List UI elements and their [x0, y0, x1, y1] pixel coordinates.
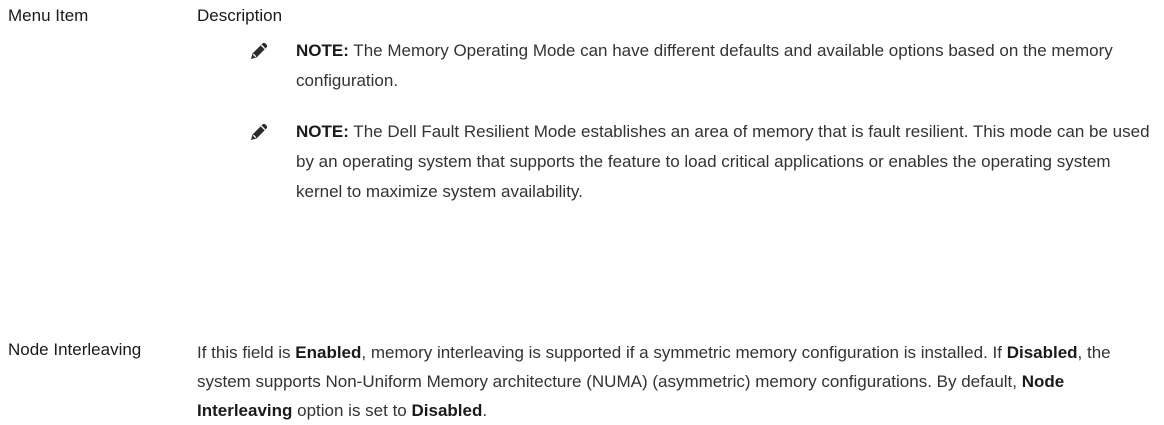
desc-text: , memory interleaving is supported if a …	[361, 343, 1007, 362]
desc-bold-disabled: Disabled	[1006, 343, 1078, 362]
desc-text: If this field is	[197, 343, 296, 362]
note-body: The Dell Fault Resilient Mode establishe…	[296, 122, 1150, 201]
desc-text: .	[482, 401, 488, 420]
desc-bold-disabled: Disabled	[411, 401, 483, 420]
note-body: The Memory Operating Mode can have diffe…	[296, 41, 1113, 90]
desc-text: option is set to	[292, 401, 412, 420]
pencil-note-icon	[251, 123, 268, 140]
note-label: NOTE:	[296, 41, 349, 60]
column-header-menu-item: Menu Item	[8, 6, 89, 25]
document-page: Menu Item Description NOTE: The Memory O…	[0, 0, 1164, 425]
desc-bold-enabled: Enabled	[295, 343, 362, 362]
note-label: NOTE:	[296, 122, 349, 141]
pencil-note-icon	[251, 42, 268, 59]
column-header-description: Description	[197, 6, 283, 25]
note-text: NOTE: The Memory Operating Mode can have…	[296, 36, 1156, 96]
note-text: NOTE: The Dell Fault Resilient Mode esta…	[296, 117, 1156, 207]
menu-item-node-interleaving: Node Interleaving	[8, 340, 142, 359]
description-node-interleaving: If this field is Enabled, memory interle…	[197, 338, 1127, 425]
